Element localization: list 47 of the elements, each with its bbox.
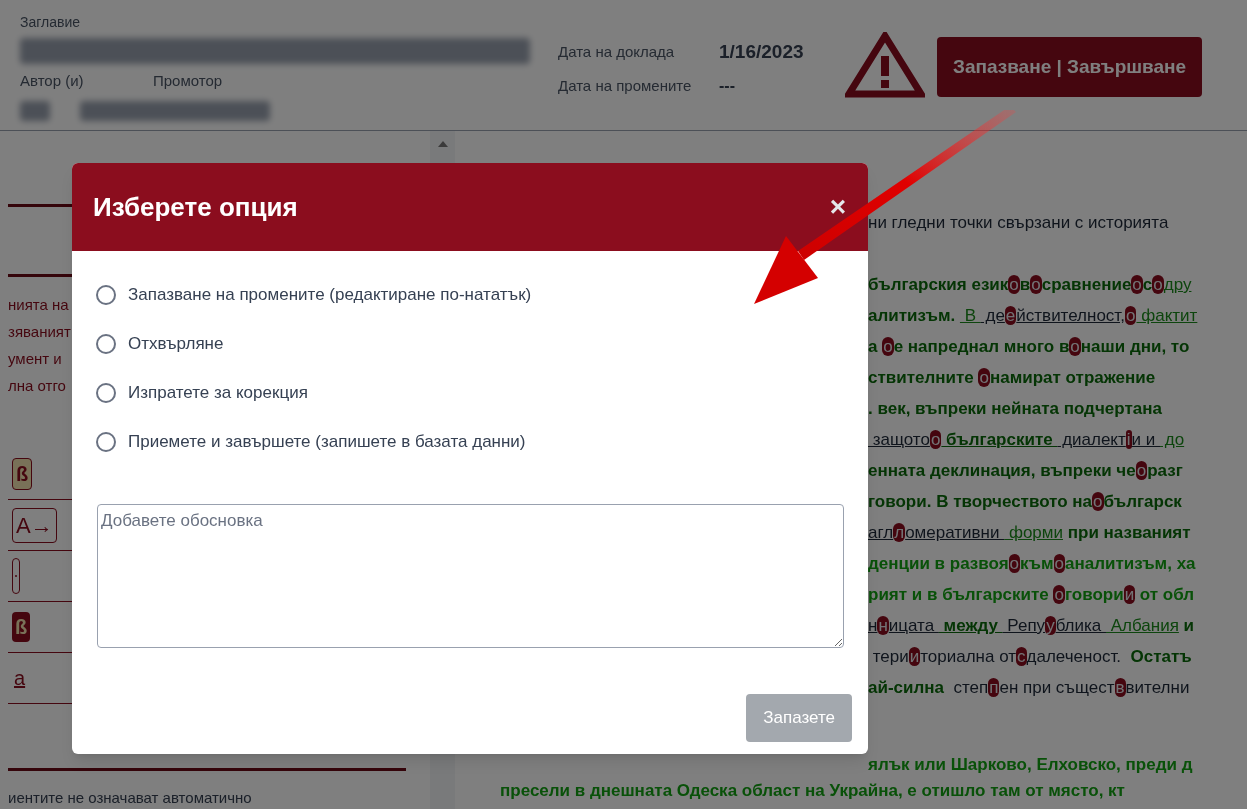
option-label: Запазване на промените (редактиране по-нататък) (128, 283, 532, 306)
text-line: лна отго (8, 376, 66, 396)
text-line: алитизъм. В деействителност,о фактит (868, 305, 1198, 327)
tool-button[interactable]: a (12, 663, 28, 693)
text-line: а ое напреднал много вонаши дни, то (868, 336, 1190, 358)
field-label: Заглавие (20, 13, 82, 32)
field-label: Промотор (153, 71, 223, 91)
field-label: Дата на промените (558, 75, 693, 96)
report-date: 1/16/2023 (719, 39, 804, 64)
text-line: енната деклинация, въпреки чеоразг (868, 460, 1183, 482)
text-line: аглломеративни форми при названият (868, 522, 1191, 544)
changes-date: --- (719, 76, 735, 96)
text-line: ствителните онамират отражение (868, 367, 1156, 389)
reason-field[interactable]: Добавете обосновка (97, 504, 844, 648)
finish-button[interactable]: Запазване | Завършване (937, 37, 1203, 97)
text-line: ни гледни точки свързани с историята (868, 212, 1169, 234)
radio-button[interactable] (96, 284, 116, 305)
text-line: говори. В творчеството наобългарск (868, 491, 1182, 513)
redacted-author-drawing (20, 100, 50, 121)
option-label: Приемете и завършете (запишете в базата данни) (128, 430, 526, 453)
radio-button[interactable] (96, 431, 116, 452)
footer-note: иентите не означават автоматично (8, 788, 253, 808)
field-label: Дата на доклада (558, 41, 676, 62)
close-button[interactable]: × (829, 193, 846, 221)
text-line: зяваният (8, 322, 71, 342)
tool-button[interactable]: A→ (12, 507, 57, 543)
option-label: Изпратете за корекция (128, 381, 308, 404)
option-label: Отхвърляне (128, 332, 224, 355)
text-line: защотоо българските диалектіи и до (871, 429, 1185, 451)
text-line: денции в развояокъмоаналитизъм, ха (868, 553, 1196, 575)
text-line: рият и в българските оговории от обл (868, 584, 1195, 606)
text-line: ай-силна степпен при съществвителни (868, 677, 1190, 699)
tool-badge[interactable]: ß (12, 458, 33, 490)
field-label: Автор (и) (20, 71, 85, 91)
text-line: . век, въпреки нейната подчертана (868, 398, 1162, 420)
warning-icon (845, 32, 925, 98)
text-line: нницата между Репуублика Албания и (868, 615, 1195, 637)
radio-button[interactable] (96, 382, 116, 403)
radio-button[interactable] (96, 333, 116, 354)
text-line: нията на (8, 295, 69, 315)
dialog-title: Изберете опция (93, 190, 298, 224)
text-line: умент и (8, 349, 62, 369)
text-line: ялък или Шарково, Елховско, преди д (868, 754, 1193, 776)
text-line: българския езиковосравнениеосодру (868, 274, 1192, 296)
tool-badge[interactable]: ß (12, 612, 31, 642)
scroll-up-icon[interactable] (437, 141, 448, 147)
text-line: пресели в днешната Одеска област на Украйна, е отишло там от място, кт (500, 780, 1125, 802)
